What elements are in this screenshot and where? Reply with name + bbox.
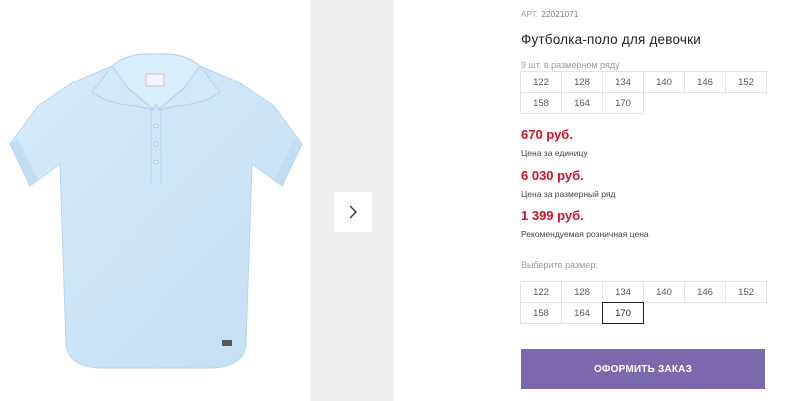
size-select-label: Выберите размер: xyxy=(521,260,598,270)
pack-size-cell: 122 xyxy=(520,71,562,93)
pack-note: 9 шт. в размерном ряду xyxy=(521,60,620,70)
chevron-right-icon xyxy=(349,205,357,219)
article-value: 22021071 xyxy=(541,10,579,19)
gallery-next-button[interactable] xyxy=(334,192,372,232)
article-number: АРТ. 22021071 xyxy=(521,10,579,19)
pack-price: 6 030 руб. xyxy=(521,168,584,183)
pack-size-cell: 128 xyxy=(561,71,603,93)
size-option[interactable]: 140 xyxy=(643,281,685,303)
retail-price: 1 399 руб. xyxy=(521,208,584,223)
pack-size-cell: 170 xyxy=(602,92,644,114)
size-option[interactable]: 146 xyxy=(684,281,726,303)
pack-size-cell: 158 xyxy=(520,92,562,114)
pack-size-cell: 134 xyxy=(602,71,644,93)
size-option[interactable]: 128 xyxy=(561,281,603,303)
size-option[interactable]: 134 xyxy=(602,281,644,303)
size-option[interactable]: 152 xyxy=(725,281,767,303)
pack-size-cell: 152 xyxy=(725,71,767,93)
size-selector: 122 128 134 140 146 152 158 164 170 xyxy=(520,281,769,324)
size-option[interactable]: 122 xyxy=(520,281,562,303)
polo-shirt-image xyxy=(9,53,303,369)
retail-price-caption: Рекомендуемая розничная цена xyxy=(521,229,649,239)
order-button[interactable]: ОФОРМИТЬ ЗАКАЗ xyxy=(521,349,765,389)
size-option-selected[interactable]: 170 xyxy=(602,302,644,324)
article-label: АРТ. xyxy=(521,10,539,19)
unit-price: 670 руб. xyxy=(521,127,573,142)
pack-size-cell: 140 xyxy=(643,71,685,93)
product-image-area xyxy=(0,0,310,401)
size-option[interactable]: 158 xyxy=(520,302,562,324)
unit-price-caption: Цена за единицу xyxy=(521,148,588,158)
pack-sizes-grid: 122 128 134 140 146 152 158 164 170 xyxy=(520,71,769,114)
pack-size-cell: 164 xyxy=(561,92,603,114)
size-option[interactable]: 164 xyxy=(561,302,603,324)
pack-size-cell: 146 xyxy=(684,71,726,93)
pack-price-caption: Цена за размерный ряд xyxy=(521,189,616,199)
product-title: Футболка-поло для девочки xyxy=(521,32,701,47)
